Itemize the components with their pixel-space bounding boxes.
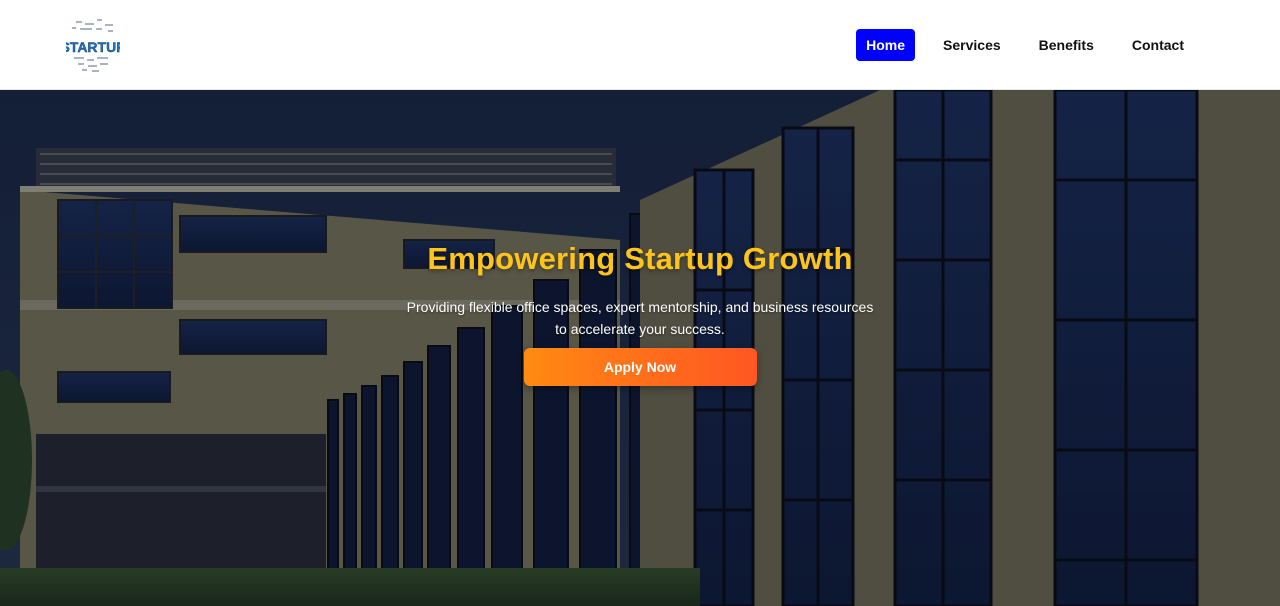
apply-now-button[interactable]: Apply Now <box>523 348 757 386</box>
logo-graphic: STARTUP <box>66 18 120 72</box>
nav-contact[interactable]: Contact <box>1122 29 1194 61</box>
main-nav: Home Services Benefits Contact <box>856 28 1194 61</box>
nav-benefits[interactable]: Benefits <box>1029 29 1104 61</box>
site-header: STARTUP Home Services Benefits Contact <box>0 0 1280 90</box>
hero-subtitle: Providing flexible office spaces, expert… <box>406 299 874 337</box>
startup-logo[interactable]: STARTUP <box>66 13 120 77</box>
hero-section: Empowering Startup Growth Providing flex… <box>0 90 1280 606</box>
logo-text: STARTUP <box>66 39 120 55</box>
nav-home[interactable]: Home <box>856 28 916 61</box>
hero-content: Empowering Startup Growth Providing flex… <box>0 240 1280 386</box>
hero-title: Empowering Startup Growth <box>427 241 853 276</box>
nav-services[interactable]: Services <box>933 29 1011 61</box>
